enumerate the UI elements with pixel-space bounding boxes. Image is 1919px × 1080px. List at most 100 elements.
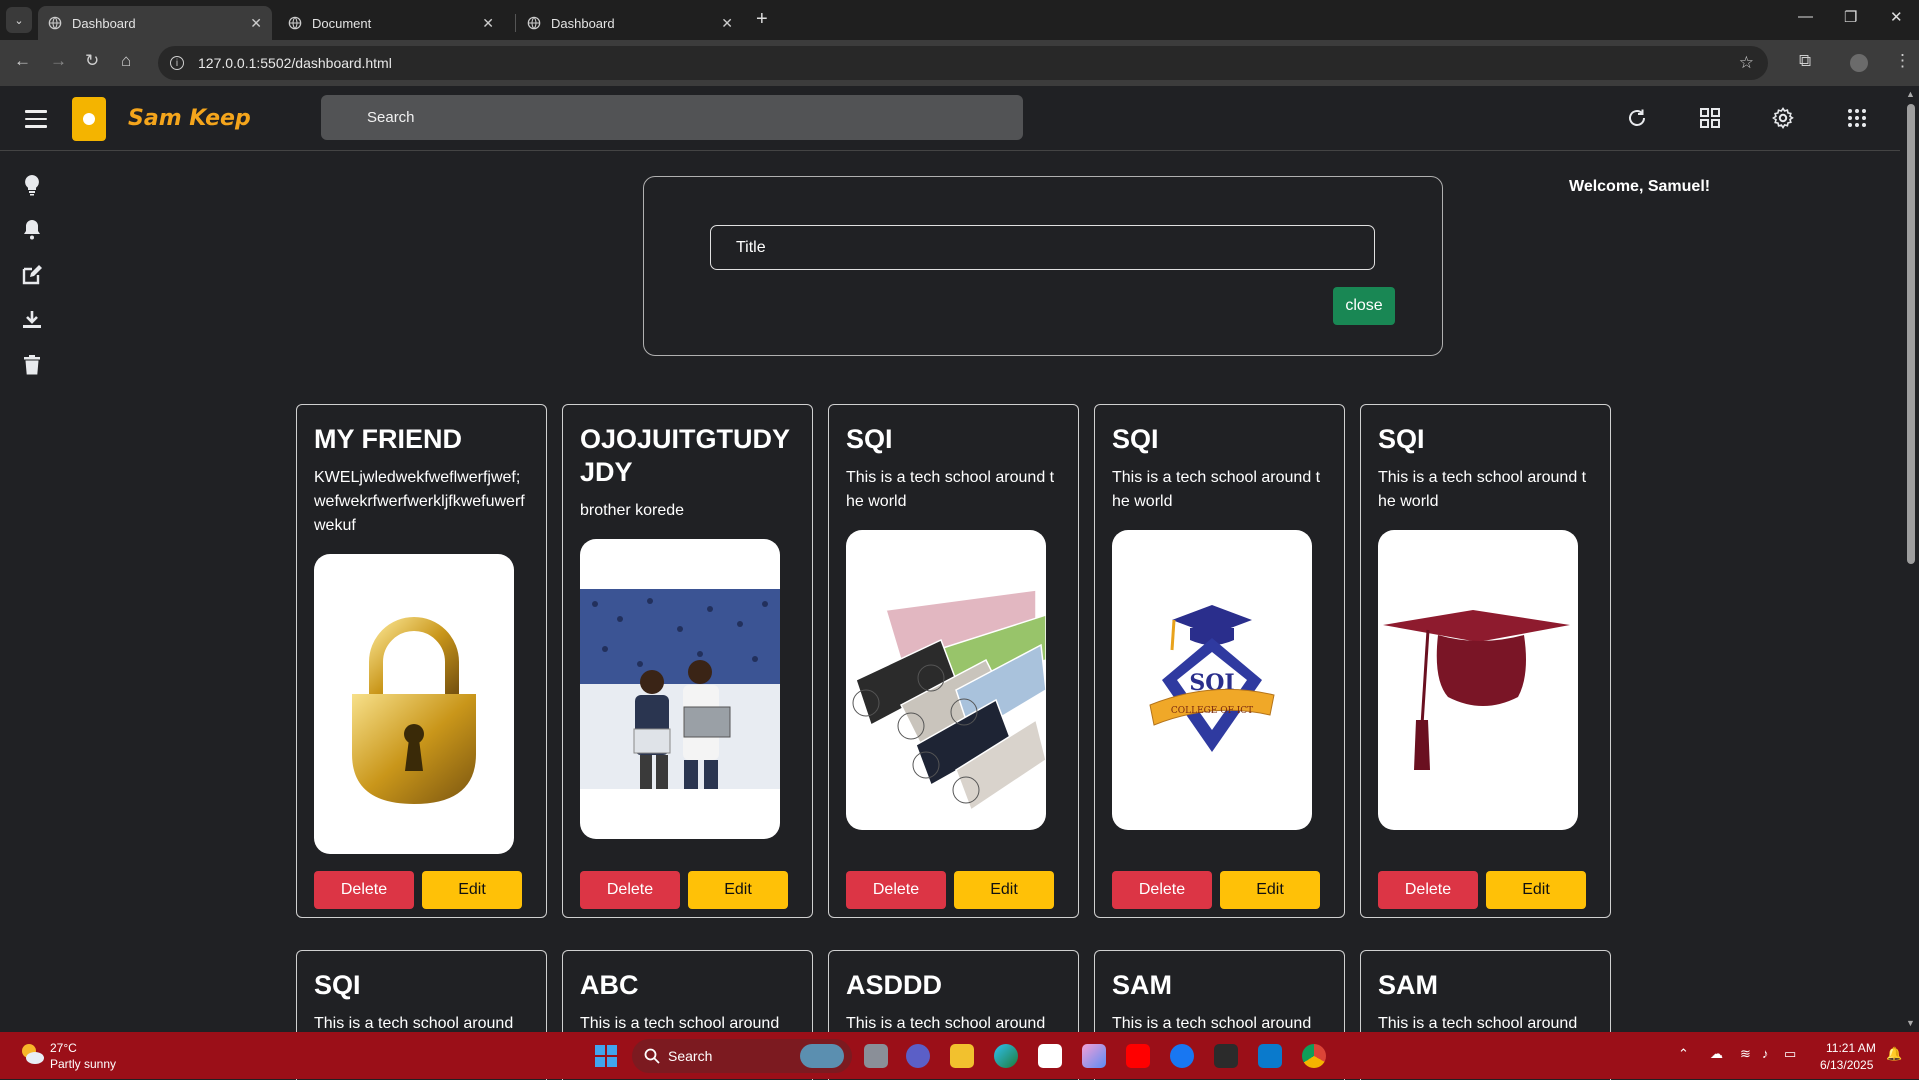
note-title: MY FRIEND [314,424,463,454]
minimize-icon[interactable]: — [1798,8,1813,25]
edit-note-icon[interactable] [20,263,44,287]
close-icon[interactable]: ✕ [250,15,262,32]
notification-bell-icon[interactable]: 🔔 [1886,1046,1902,1062]
profile-avatar[interactable] [1850,54,1868,72]
note-image-padlock [314,554,514,854]
facebook-icon[interactable] [1170,1044,1194,1068]
extensions-icon[interactable]: ⧉ [1799,51,1811,71]
terminal-icon[interactable] [1214,1044,1238,1068]
close-button[interactable]: close [1333,287,1395,325]
windows-taskbar: 27°C Partly sunny Search ⌃ ☁ ≋ ♪ ▭ 11:21… [0,1032,1919,1079]
weather-sun-cloud-icon[interactable] [18,1040,46,1068]
file-explorer-icon[interactable] [950,1044,974,1068]
new-tab-button[interactable]: + [756,8,768,31]
store-icon[interactable] [1038,1044,1062,1068]
menu-kebab-icon[interactable]: ⋮ [1894,51,1911,71]
restore-icon[interactable]: ❐ [1844,8,1857,26]
weather-description: Partly sunny [50,1057,117,1071]
battery-icon[interactable]: ▭ [1784,1046,1796,1062]
globe-icon [527,16,541,30]
note-image-photo [580,539,780,839]
edit-button[interactable]: Edit [422,871,522,909]
download-icon[interactable] [20,308,44,332]
home-icon[interactable]: ⌂ [121,51,131,71]
edit-button[interactable]: Edit [1486,871,1586,909]
copilot-icon[interactable] [1082,1044,1106,1068]
back-icon[interactable]: ← [14,51,31,71]
settings-gear-icon[interactable] [1771,106,1795,130]
weather-temperature: 27°C [50,1041,77,1055]
tab-dashboard-active[interactable]: Dashboard ✕ [38,6,272,40]
wifi-icon[interactable]: ≋ [1740,1046,1751,1062]
reload-icon[interactable]: ↻ [85,51,99,71]
scroll-up-arrow-icon[interactable]: ▲ [1906,89,1915,99]
delete-button[interactable]: Delete [314,871,414,909]
windows-start-icon[interactable] [595,1045,617,1067]
browser-tabstrip: ⌄ Dashboard ✕ Document ✕ Dashboard ✕ + —… [0,0,1919,40]
youtube-icon[interactable] [1126,1044,1150,1068]
teams-icon[interactable] [906,1044,930,1068]
globe-icon [48,16,62,30]
edit-button[interactable]: Edit [688,871,788,909]
note-title: SQI [846,424,893,454]
app-name: Sam Keep [128,106,251,131]
note-card: SQI This is a tech school around the wor… [1360,404,1611,918]
bookmark-star-icon[interactable]: ☆ [1739,53,1754,73]
graduation-cap-image [1383,610,1570,770]
tab-dashboard[interactable]: Dashboard ✕ [517,6,743,40]
scroll-down-arrow-icon[interactable]: ▼ [1906,1018,1915,1028]
clock-date[interactable]: 6/13/2025 [1820,1058,1873,1072]
page-scrollbar[interactable]: ▲ ▼ [1902,86,1919,1032]
chrome-icon[interactable] [1302,1044,1326,1068]
window-close-icon[interactable]: ✕ [1890,8,1903,26]
edit-button[interactable]: Edit [1220,871,1320,909]
students-photo [580,589,780,789]
search-highlight-icon [800,1044,844,1068]
note-image-fabric [846,530,1046,830]
edit-button[interactable]: Edit [954,871,1054,909]
delete-button[interactable]: Delete [846,871,946,909]
note-text: KWELjwledwekfweflwerfjwef;wefwekrfwerfwe… [314,469,525,534]
note-title: OJOJUITGTUDYJDY [580,424,791,487]
bell-icon[interactable] [20,218,44,242]
grid-view-icon[interactable] [1698,106,1722,130]
close-icon[interactable]: ✕ [482,15,494,32]
address-bar[interactable]: i 127.0.0.1:5502/dashboard.html ☆ [158,46,1768,80]
refresh-icon[interactable] [1625,106,1649,130]
delete-button[interactable]: Delete [580,871,680,909]
delete-button[interactable]: Delete [1378,871,1478,909]
note-image-grad-cap [1378,530,1578,830]
onedrive-icon[interactable]: ☁ [1710,1046,1723,1062]
lightbulb-icon[interactable] [20,173,44,197]
globe-icon [288,16,302,30]
search-icon [644,1048,660,1064]
tab-separator [515,14,516,32]
tab-title: Dashboard [72,15,136,31]
note-title: ABC [580,970,639,1000]
note-text: This is a tech school around the world [1378,469,1587,510]
edge-icon[interactable] [994,1044,1018,1068]
close-icon[interactable]: ✕ [721,15,733,32]
forward-icon[interactable]: → [50,51,67,71]
volume-icon[interactable]: ♪ [1762,1046,1769,1061]
clock-time[interactable]: 11:21 AM [1826,1041,1876,1055]
task-view-icon[interactable] [864,1044,888,1068]
vscode-icon[interactable] [1258,1044,1282,1068]
note-title: SAM [1378,970,1438,1000]
scrollbar-thumb[interactable] [1907,104,1915,564]
side-nav [20,173,46,398]
tab-document[interactable]: Document ✕ [278,6,504,40]
tray-chevron-icon[interactable]: ⌃ [1678,1046,1689,1062]
search-input[interactable]: Search [321,95,1023,140]
taskbar-search[interactable]: Search [632,1039,852,1073]
trash-icon[interactable] [20,353,44,377]
note-title: SQI [1378,424,1425,454]
apps-grid-icon[interactable] [1845,106,1869,130]
tab-list-button[interactable]: ⌄ [6,7,32,33]
browser-toolbar: ← → ↻ ⌂ i 127.0.0.1:5502/dashboard.html … [0,40,1919,86]
site-info-icon[interactable]: i [170,56,184,70]
delete-button[interactable]: Delete [1112,871,1212,909]
title-input[interactable] [710,225,1375,270]
hamburger-menu-icon[interactable] [25,110,47,133]
tab-title: Document [312,15,372,31]
